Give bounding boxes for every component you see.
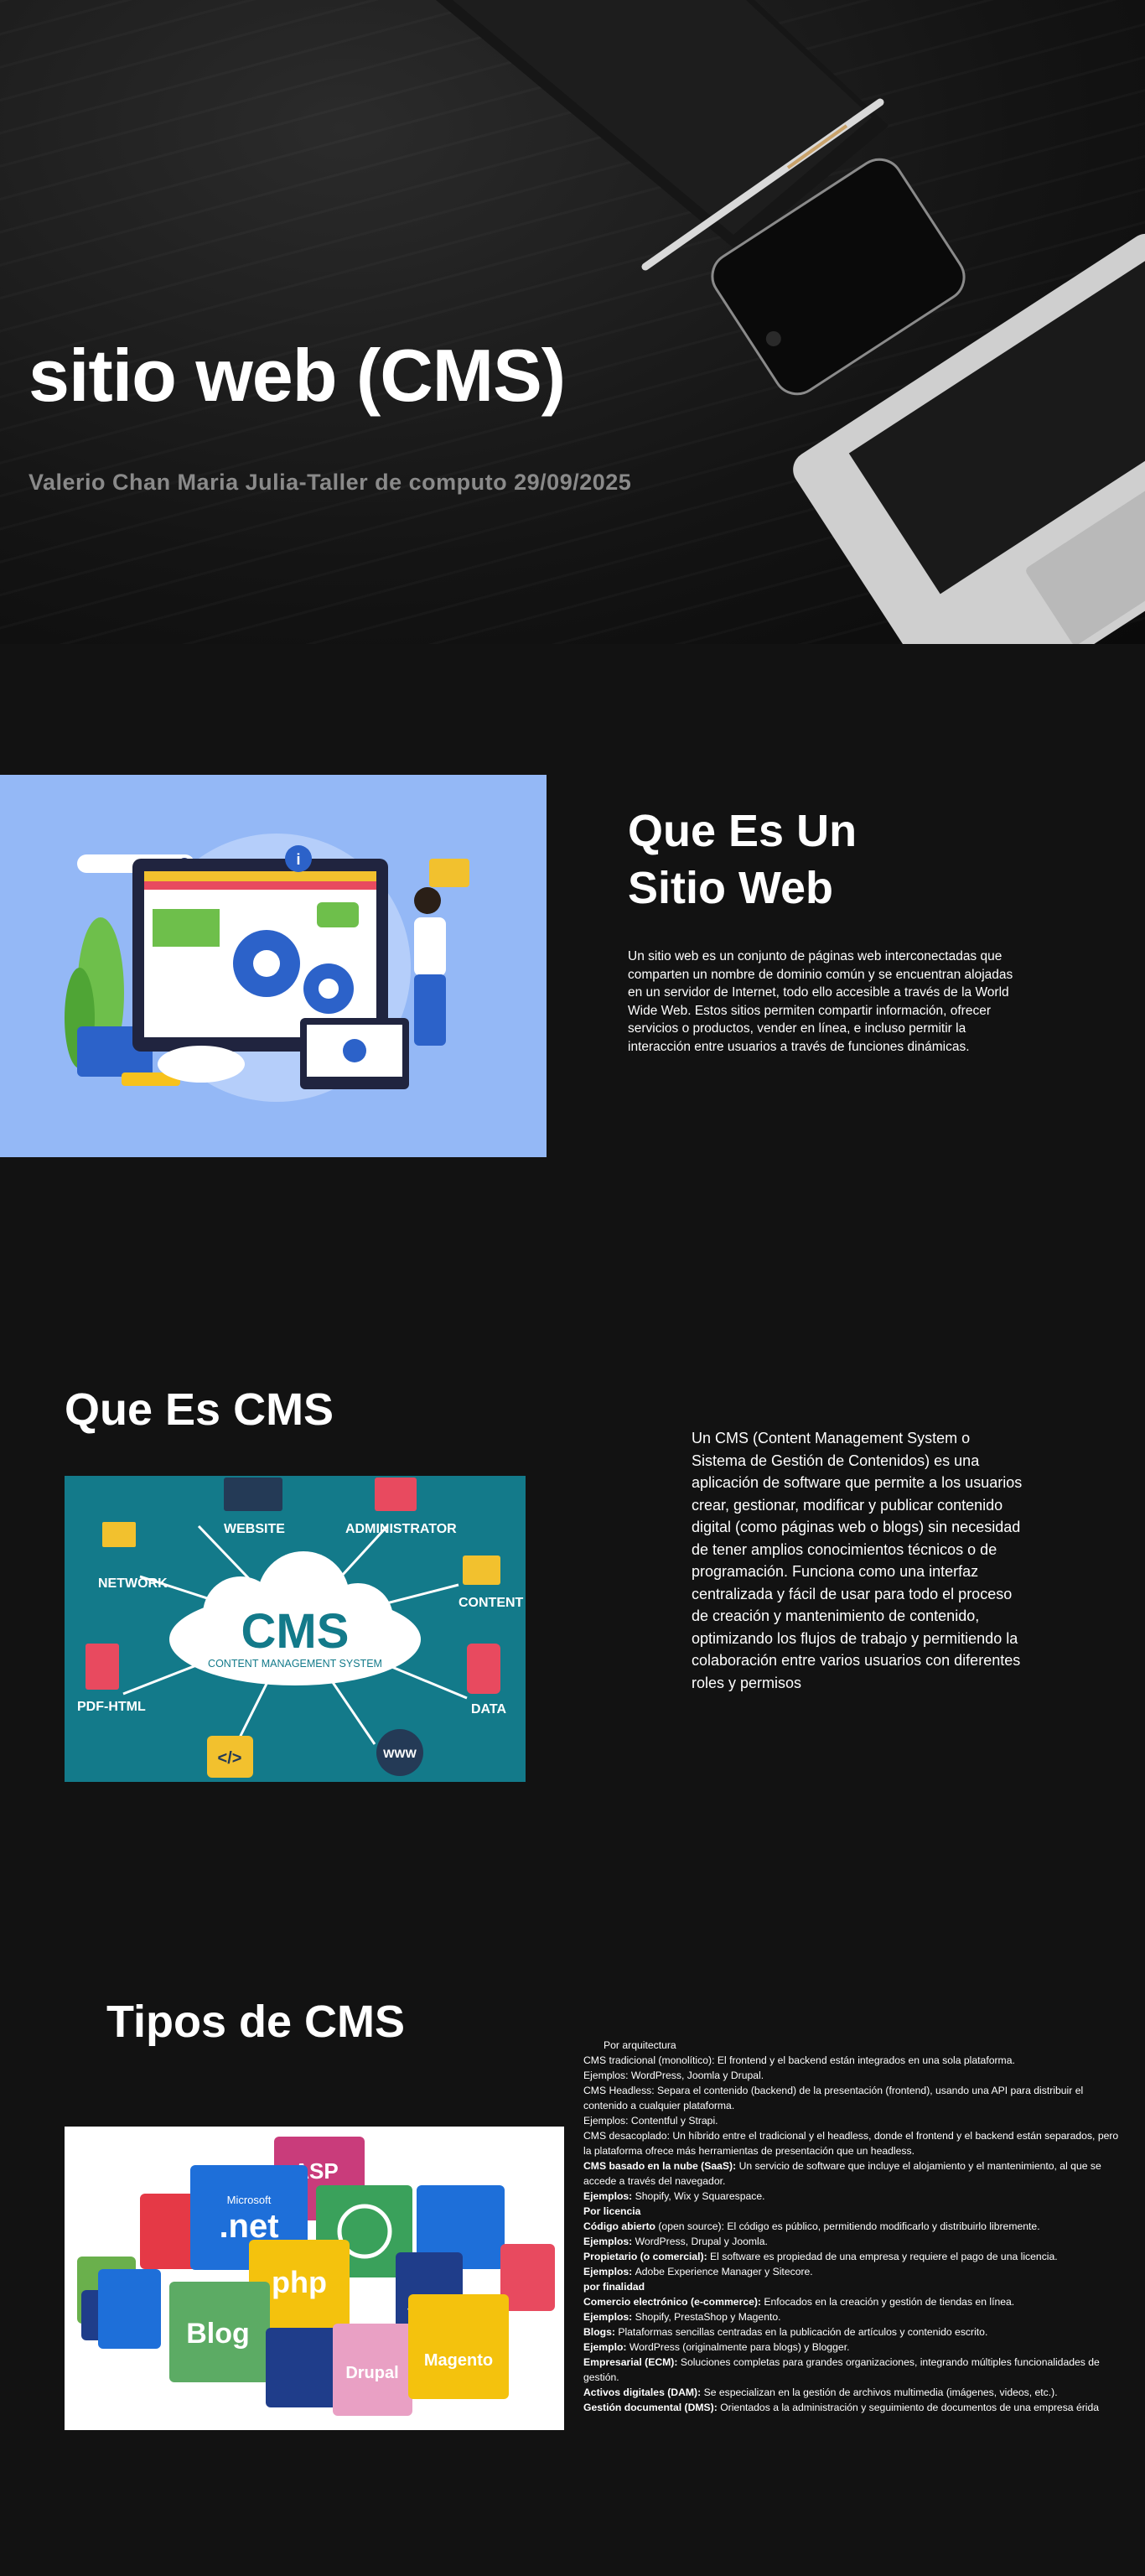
list-item-text: CMS tradicional (monolítico): El fronten… <box>583 2054 1015 2066</box>
cms-logos-collage: ASP Microsoft .net jQuery php Blog Drupa… <box>65 2127 564 2430</box>
list-item: Código abierto (open source): El código … <box>583 2219 1128 2234</box>
svg-text:Blog: Blog <box>186 2318 250 2350</box>
list-item: Ejemplos: Shopify, Wix y Squarespace. <box>583 2189 1128 2204</box>
svg-text:.net: .net <box>219 2208 278 2245</box>
svg-text:Microsoft: Microsoft <box>227 2194 272 2206</box>
website-illustration: i <box>0 775 547 1157</box>
list-item: Ejemplos: Adobe Experience Manager y Sit… <box>583 2264 1128 2279</box>
hero-banner: sitio web (CMS) Valerio Chan Maria Julia… <box>0 0 1145 644</box>
list-item-text: WordPress (originalmente para blogs) y B… <box>629 2341 850 2353</box>
list-item-label: Código abierto <box>583 2220 659 2232</box>
list-heading: Por arquitectura <box>604 2039 676 2051</box>
list-item-text: WordPress, Drupal y Joomla. <box>635 2236 768 2247</box>
magento-tile <box>408 2294 509 2399</box>
list-item: Ejemplos: WordPress, Drupal y Joomla. <box>583 2234 1128 2249</box>
list-item-text: Shopify, PrestaShop y Magento. <box>635 2311 781 2323</box>
list-item-text: (open source): El código es público, per… <box>658 2220 1040 2232</box>
list-item-label: Ejemplo: <box>583 2341 629 2353</box>
list-item-label: Gestión documental (DMS): <box>583 2402 721 2413</box>
list-item: Ejemplo: WordPress (originalmente para b… <box>583 2340 1128 2355</box>
list-item-text: El software es propiedad de una empresa … <box>710 2251 1058 2262</box>
list-item: Propietario (o comercial): El software e… <box>583 2249 1128 2264</box>
desk-photo <box>436 0 1145 644</box>
list-item: Ejemplos: WordPress, Joomla y Drupal. <box>583 2068 1128 2083</box>
section1-paragraph: Un sitio web es un conjunto de páginas w… <box>628 949 1013 1054</box>
folder-icon <box>463 1555 500 1585</box>
list-item: Activos digitales (DAM): Se especializan… <box>583 2385 1128 2400</box>
website-icon <box>224 1478 282 1511</box>
list-item: Por licencia <box>583 2204 1128 2219</box>
network-icon <box>102 1522 136 1547</box>
list-item-label: Propietario (o comercial): <box>583 2251 711 2262</box>
section3-title: Tipos de CMS <box>106 1997 406 2047</box>
list-item-label: Por licencia <box>583 2205 641 2217</box>
list-item-label: Blogs: <box>583 2326 619 2338</box>
node-label-network: NETWORK <box>98 1576 168 1591</box>
section2-paragraph: Un CMS (Content Management System o Sist… <box>692 1430 1023 1691</box>
list-item-text: Enfocados en la creación y gestión de ti… <box>764 2296 1015 2308</box>
list-item: Gestión documental (DMS): Orientados a l… <box>583 2400 1128 2415</box>
page-title: sitio web (CMS) <box>28 334 566 417</box>
list-item-text: Se especializan en la gestión de archivo… <box>703 2386 1058 2398</box>
list-item: Empresarial (ECM): Soluciones completas … <box>583 2355 1128 2385</box>
list-item-label: por finalidad <box>583 2281 645 2293</box>
list-item: por finalidad <box>583 2279 1128 2294</box>
svg-text:i: i <box>296 851 300 868</box>
section1-title: Que Es Un Sitio Web <box>628 803 980 917</box>
svg-text:php: php <box>272 2265 327 2299</box>
image-placeholder-icon <box>153 909 220 947</box>
list-item-text: Shopify, Wix y Squarespace. <box>635 2190 765 2202</box>
chat-bubble-icon <box>317 902 359 927</box>
cms-sublabel: CONTENT MANAGEMENT SYSTEM <box>208 1658 382 1670</box>
list-item: Comercio electrónico (e-commerce): Enfoc… <box>583 2294 1128 2309</box>
list-item-text: Orientados a la administración y seguimi… <box>720 2402 1100 2413</box>
cms-types-list: Por arquitectura CMS tradicional (monolí… <box>583 2038 1128 2415</box>
node-label-data: DATA <box>471 1702 507 1716</box>
pdf-icon <box>85 1644 119 1690</box>
list-item-label: Ejemplos: <box>583 2236 635 2247</box>
mail-icon <box>429 859 469 887</box>
node-label-pdf-html: PDF-HTML <box>77 1700 146 1714</box>
list-item: Ejemplos: Contentful y Strapi. <box>583 2113 1128 2128</box>
cms-label: CMS <box>241 1604 350 1659</box>
section1-title-line1: Que Es Un <box>628 806 857 856</box>
administrator-icon <box>375 1478 417 1511</box>
list-item: Blogs: Plataformas sencillas centradas e… <box>583 2324 1128 2340</box>
list-item: Ejemplos: Shopify, PrestaShop y Magento. <box>583 2309 1128 2324</box>
drupal-blue-tile <box>98 2269 161 2349</box>
section1-title-line2: Sitio Web <box>628 862 834 913</box>
svg-text:Magento: Magento <box>424 2351 493 2370</box>
list-item-label: Activos digitales (DAM): <box>583 2386 704 2398</box>
list-item-label: Comercio electrónico (e-commerce): <box>583 2296 764 2308</box>
list-item-text: Plataformas sencillas centradas en la pu… <box>618 2326 988 2338</box>
list-item: CMS Headless: Separa el contenido (backe… <box>583 2083 1128 2113</box>
section2-title: Que Es CMS <box>65 1384 334 1435</box>
page-subtitle: Valerio Chan Maria Julia-Taller de compu… <box>28 470 632 495</box>
list-item-label: Ejemplos: <box>583 2266 635 2277</box>
node-label-website: WEBSITE <box>224 1522 285 1536</box>
list-item-label: CMS basado en la nube (SaaS): <box>583 2160 739 2172</box>
list-item: CMS desacoplado: Un híbrido entre el tra… <box>583 2128 1128 2158</box>
list-item: CMS basado en la nube (SaaS): Un servici… <box>583 2158 1128 2189</box>
play-icon <box>343 1039 366 1062</box>
svg-text:</>: </> <box>218 1749 242 1768</box>
database-icon <box>467 1644 500 1694</box>
list-item-text: CMS desacoplado: Un híbrido entre el tra… <box>583 2130 1119 2157</box>
list-item-label: Empresarial (ECM): <box>583 2356 681 2368</box>
list-item: CMS tradicional (monolítico): El fronten… <box>583 2053 1128 2068</box>
coffee-cup <box>158 1046 245 1083</box>
list-item-label: Ejemplos: <box>583 2190 635 2202</box>
list-item-text: Adobe Experience Manager y Sitecore. <box>635 2266 813 2277</box>
list-item-text: Ejemplos: Contentful y Strapi. <box>583 2115 718 2127</box>
node-label-administrator: ADMINISTRATOR <box>345 1522 457 1536</box>
person-figure <box>414 887 441 914</box>
list-item-label: Ejemplos: <box>583 2311 635 2323</box>
list-item-text: Ejemplos: WordPress, Joomla y Drupal. <box>583 2070 764 2081</box>
svg-text:Drupal: Drupal <box>345 2364 398 2382</box>
cms-diagram: CMS CONTENT MANAGEMENT SYSTEM </> WWW WE… <box>65 1476 526 1782</box>
svg-text:WWW: WWW <box>383 1747 417 1760</box>
list-item-text: CMS Headless: Separa el contenido (backe… <box>583 2085 1084 2111</box>
node-label-content: CONTENT <box>459 1596 524 1610</box>
